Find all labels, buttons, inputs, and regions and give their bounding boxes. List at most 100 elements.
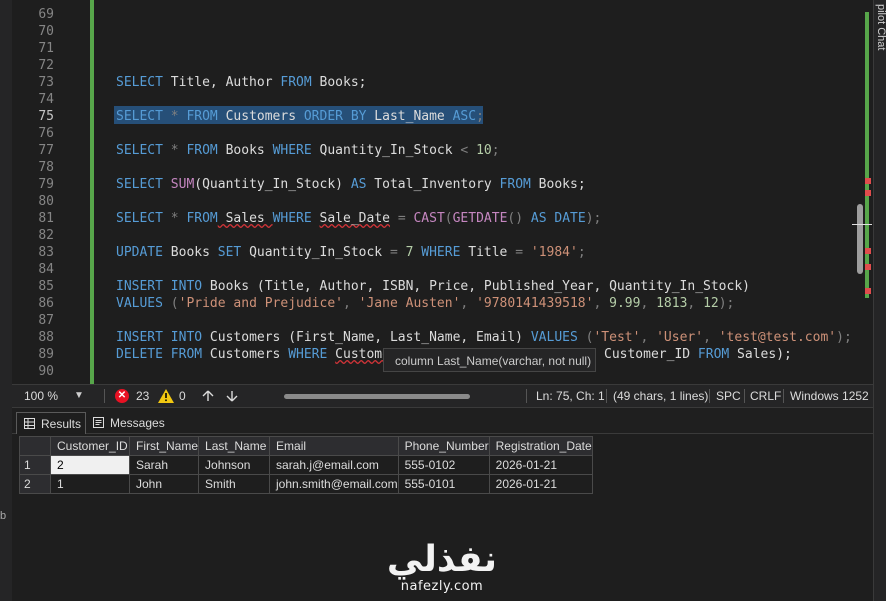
line-number: 88 [38,330,54,345]
caret-position-marker [852,224,872,225]
warning-count[interactable]: 0 [179,385,186,407]
line-number: 77 [38,143,54,158]
code-line-81[interactable]: SELECT * FROM Sales WHERE Sale_Date = CA… [116,210,601,227]
cursor-position[interactable]: Ln: 75, Ch: 1 [536,385,605,407]
line-number: 90 [38,364,54,379]
code-editor[interactable]: 69 70 71 72 73 74 75 76 77 78 79 80 81 8… [12,0,873,384]
intellisense-tooltip: column Last_Name(varchar, not null) [383,348,596,372]
tab-results[interactable]: Results [16,412,86,434]
column-header[interactable]: Last_Name [198,436,271,456]
line-number: 71 [38,41,54,56]
table-row[interactable]: 1 2 Sarah Johnson sarah.j@email.com 555-… [19,455,593,475]
table-cell[interactable]: sarah.j@email.com [269,455,399,475]
line-number: 70 [38,24,54,39]
line-number: 78 [38,160,54,175]
arrow-up-icon[interactable] [202,390,214,402]
table-cell[interactable]: John [128,474,200,494]
left-panel-indicator: b [0,510,7,522]
arrow-down-icon[interactable] [226,390,238,402]
line-number: 83 [38,245,54,260]
line-number: 72 [38,58,54,73]
tab-messages[interactable]: Messages [86,412,166,434]
indent-mode[interactable]: SPC [716,385,741,407]
grid-header-row: Customer_ID First_Name Last_Name Email P… [19,436,593,456]
column-header[interactable]: Email [269,436,399,456]
code-line-89-tail[interactable]: Customer_ID FROM Sales); [604,346,792,363]
error-marker[interactable] [865,190,871,196]
line-number: 87 [38,313,54,328]
table-cell[interactable]: 555-0102 [397,455,490,475]
zoom-level: 100 % [24,389,59,403]
line-number: 84 [38,262,54,277]
table-cell[interactable]: 555-0101 [397,474,490,494]
file-encoding[interactable]: Windows 1252 [790,385,869,407]
divider [709,389,710,403]
selected-cell[interactable]: 2 [50,455,130,475]
line-number: 74 [38,92,54,107]
row-number[interactable]: 2 [19,474,51,494]
change-overview-bar [865,12,869,298]
row-number[interactable]: 1 [19,455,51,475]
error-icon[interactable]: ✕ [115,389,129,403]
table-row[interactable]: 2 1 John Smith john.smith@email.com 555-… [19,474,593,494]
code-line-75[interactable]: SELECT * FROM Customers ORDER BY Last_Na… [116,108,484,125]
divider [744,389,745,403]
column-header[interactable]: Registration_Date [488,436,593,456]
copilot-chat-tab[interactable]: pilot Chat [875,4,886,50]
line-number: 89 [38,347,54,362]
line-ending[interactable]: CRLF [750,385,781,407]
column-header[interactable]: Phone_Number [397,436,490,456]
results-grid[interactable]: Customer_ID First_Name Last_Name Email P… [19,436,593,494]
row-header-corner[interactable] [19,436,51,456]
table-cell[interactable]: Johnson [198,455,271,475]
horizontal-scroll-thumb[interactable] [284,394,470,399]
line-number: 82 [38,228,54,243]
line-number: 73 [38,75,54,90]
code-line-79[interactable]: SELECT SUM(Quantity_In_Stock) AS Total_I… [116,176,586,193]
divider [783,389,784,403]
table-cell[interactable]: Sarah [128,455,200,475]
line-number: 76 [38,126,54,141]
line-number: 80 [38,194,54,209]
divider [606,389,607,403]
scrollbar-thumb[interactable] [857,204,863,274]
code-line-88[interactable]: INSERT INTO Customers (First_Name, Last_… [116,329,852,346]
code-line-77[interactable]: SELECT * FROM Books WHERE Quantity_In_St… [116,142,500,159]
selection-info: (49 chars, 1 lines) [613,389,709,403]
table-cell[interactable]: 1 [50,474,130,494]
line-number: 85 [38,279,54,294]
table-cell[interactable]: john.smith@email.com [269,474,399,494]
code-line-73[interactable]: SELECT Title, Author FROM Books; [116,74,366,91]
line-number: 86 [38,296,54,311]
editor-vertical-scrollbar[interactable] [852,0,873,384]
error-marker[interactable] [865,288,871,294]
tab-messages-label: Messages [110,416,165,430]
error-marker[interactable] [865,264,871,270]
right-side-panel: pilot Chat [873,0,886,601]
warning-icon[interactable] [158,389,174,403]
table-cell[interactable]: 2026-01-21 [488,474,593,494]
error-marker[interactable] [865,248,871,254]
table-cell[interactable]: Smith [198,474,271,494]
line-number: 69 [38,7,54,22]
error-count[interactable]: 23 [136,385,149,407]
change-tracking-bar [90,0,94,384]
results-tab-strip: Results Messages [12,408,873,434]
watermark-arabic: نفذلي [386,539,498,580]
column-header[interactable]: Customer_ID [50,436,130,456]
code-line-86[interactable]: VALUES ('Pride and Prejudice', 'Jane Aus… [116,295,734,312]
table-cell[interactable]: 2026-01-21 [488,455,593,475]
code-line-89[interactable]: DELETE FROM Customers WHERE Custome [116,346,390,363]
line-number: 79 [38,177,54,192]
watermark-url: nafezly.com [400,579,484,594]
error-marker[interactable] [865,178,871,184]
editor-status-bar: 100 % ▼ ✕ 23 0 Ln: 75, Ch: 1 (49 chars, … [12,384,873,408]
line-number-gutter: 69 70 71 72 73 74 75 76 77 78 79 80 81 8… [12,0,90,384]
code-line-85[interactable]: INSERT INTO Books (Title, Author, ISBN, … [116,278,750,295]
zoom-dropdown[interactable]: 100 % ▼ [16,385,98,407]
line-number: 81 [38,211,54,226]
message-icon [93,417,104,428]
column-header[interactable]: First_Name [128,436,200,456]
divider [104,389,105,403]
code-line-83[interactable]: UPDATE Books SET Quantity_In_Stock = 7 W… [116,244,586,261]
